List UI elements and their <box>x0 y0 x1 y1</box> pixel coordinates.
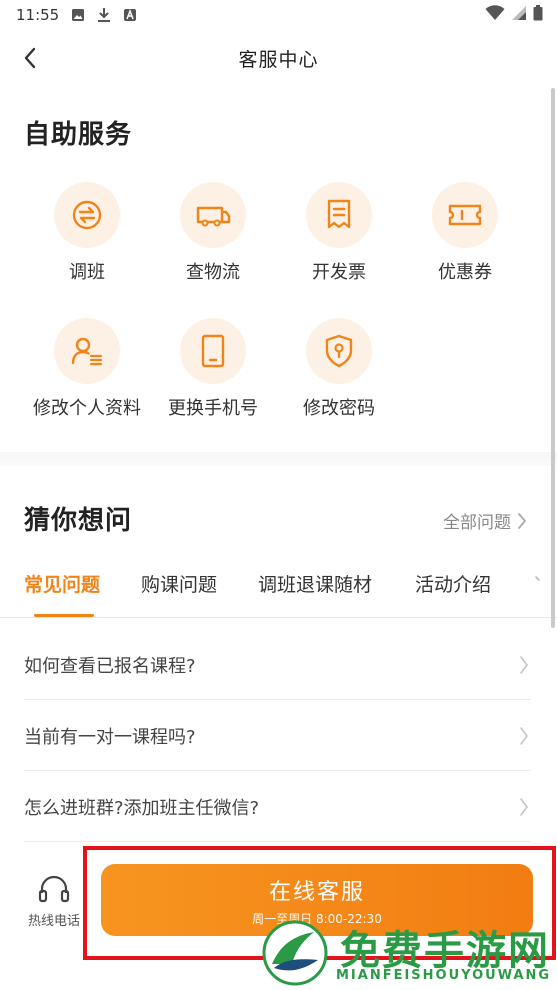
status-right <box>485 5 543 25</box>
service-label: 优惠券 <box>438 262 492 283</box>
service-item-change-password[interactable]: 修改密码 <box>276 318 402 420</box>
tabs-divider <box>0 617 557 618</box>
all-questions-link[interactable]: 全部问题 <box>443 508 527 533</box>
phone-icon <box>180 318 246 384</box>
status-bar: 11:55 <box>0 0 557 30</box>
service-item-logistics[interactable]: 查物流 <box>150 182 276 284</box>
faq-item[interactable]: 怎么进班群?添加班主任微信? <box>24 772 531 842</box>
receipt-icon <box>306 182 372 248</box>
shield-key-icon <box>306 318 372 384</box>
section-divider <box>0 452 557 466</box>
faq-item[interactable]: 当前有一对一课程吗? <box>24 701 531 771</box>
service-label: 开发票 <box>312 262 366 283</box>
faq-question: 当前有一对一课程吗? <box>24 726 196 748</box>
tab-purchase-questions[interactable]: 购课问题 <box>141 570 217 597</box>
watermark-subtitle: MIANFEISHOUYOUWANG <box>336 968 552 983</box>
service-item-coupon[interactable]: 优惠券 <box>402 182 528 284</box>
service-label: 查物流 <box>186 262 240 283</box>
chevron-left-icon <box>24 47 36 69</box>
app-notification-icon <box>123 8 137 22</box>
service-item-edit-profile[interactable]: 修改个人资料 <box>24 318 150 420</box>
self-service-title: 自助服务 <box>24 120 133 150</box>
service-label: 调班 <box>69 262 105 283</box>
status-time: 11:55 <box>16 6 60 24</box>
image-icon <box>71 8 85 22</box>
hotline-label: 热线电话 <box>27 914 80 929</box>
service-label: 更换手机号 <box>168 398 258 419</box>
signal-icon <box>511 5 527 25</box>
watermark-logo-icon <box>262 920 328 986</box>
swap-icon <box>54 182 120 248</box>
faq-question: 如何查看已报名课程? <box>24 655 196 677</box>
hotline-button[interactable]: 热线电话 <box>22 874 86 929</box>
wifi-icon <box>485 5 505 25</box>
service-label: 修改个人资料 <box>33 398 141 419</box>
back-button[interactable] <box>16 44 44 72</box>
watermark: 免费手游网 MIANFEISHOUYOUWANG <box>262 918 554 988</box>
all-questions-label: 全部问题 <box>443 513 511 533</box>
tab-transfer-refund-materials[interactable]: 调班退课随材 <box>258 570 372 597</box>
download-icon <box>97 7 111 23</box>
faq-title: 猜你想问 <box>24 506 133 536</box>
service-label: 修改密码 <box>303 398 375 419</box>
faq-item[interactable]: 如何查看已报名课程? <box>24 630 531 700</box>
tab-common-questions[interactable]: 常见问题 <box>24 570 100 597</box>
tab-overflow-icon <box>535 572 541 591</box>
user-edit-icon <box>54 318 120 384</box>
top-nav: 客服中心 <box>0 30 557 86</box>
chevron-right-icon <box>520 726 528 745</box>
scrollbar[interactable] <box>551 88 555 628</box>
faq-tabs: 常见问题 购课问题 调班退课随材 活动介绍 <box>0 560 557 618</box>
chevron-right-icon <box>520 797 528 816</box>
battery-icon <box>533 5 543 25</box>
truck-icon <box>180 182 246 248</box>
chevron-right-icon <box>518 512 526 529</box>
headset-icon <box>38 875 70 903</box>
ticket-icon <box>432 182 498 248</box>
service-item-change-phone[interactable]: 更换手机号 <box>150 318 276 420</box>
service-item-invoice[interactable]: 开发票 <box>276 182 402 284</box>
service-item-swap-class[interactable]: 调班 <box>24 182 150 284</box>
faq-question: 怎么进班群?添加班主任微信? <box>24 797 260 819</box>
page-title: 客服中心 <box>238 48 319 71</box>
chevron-right-icon <box>520 655 528 674</box>
tab-activity-intro[interactable]: 活动介绍 <box>415 570 491 597</box>
